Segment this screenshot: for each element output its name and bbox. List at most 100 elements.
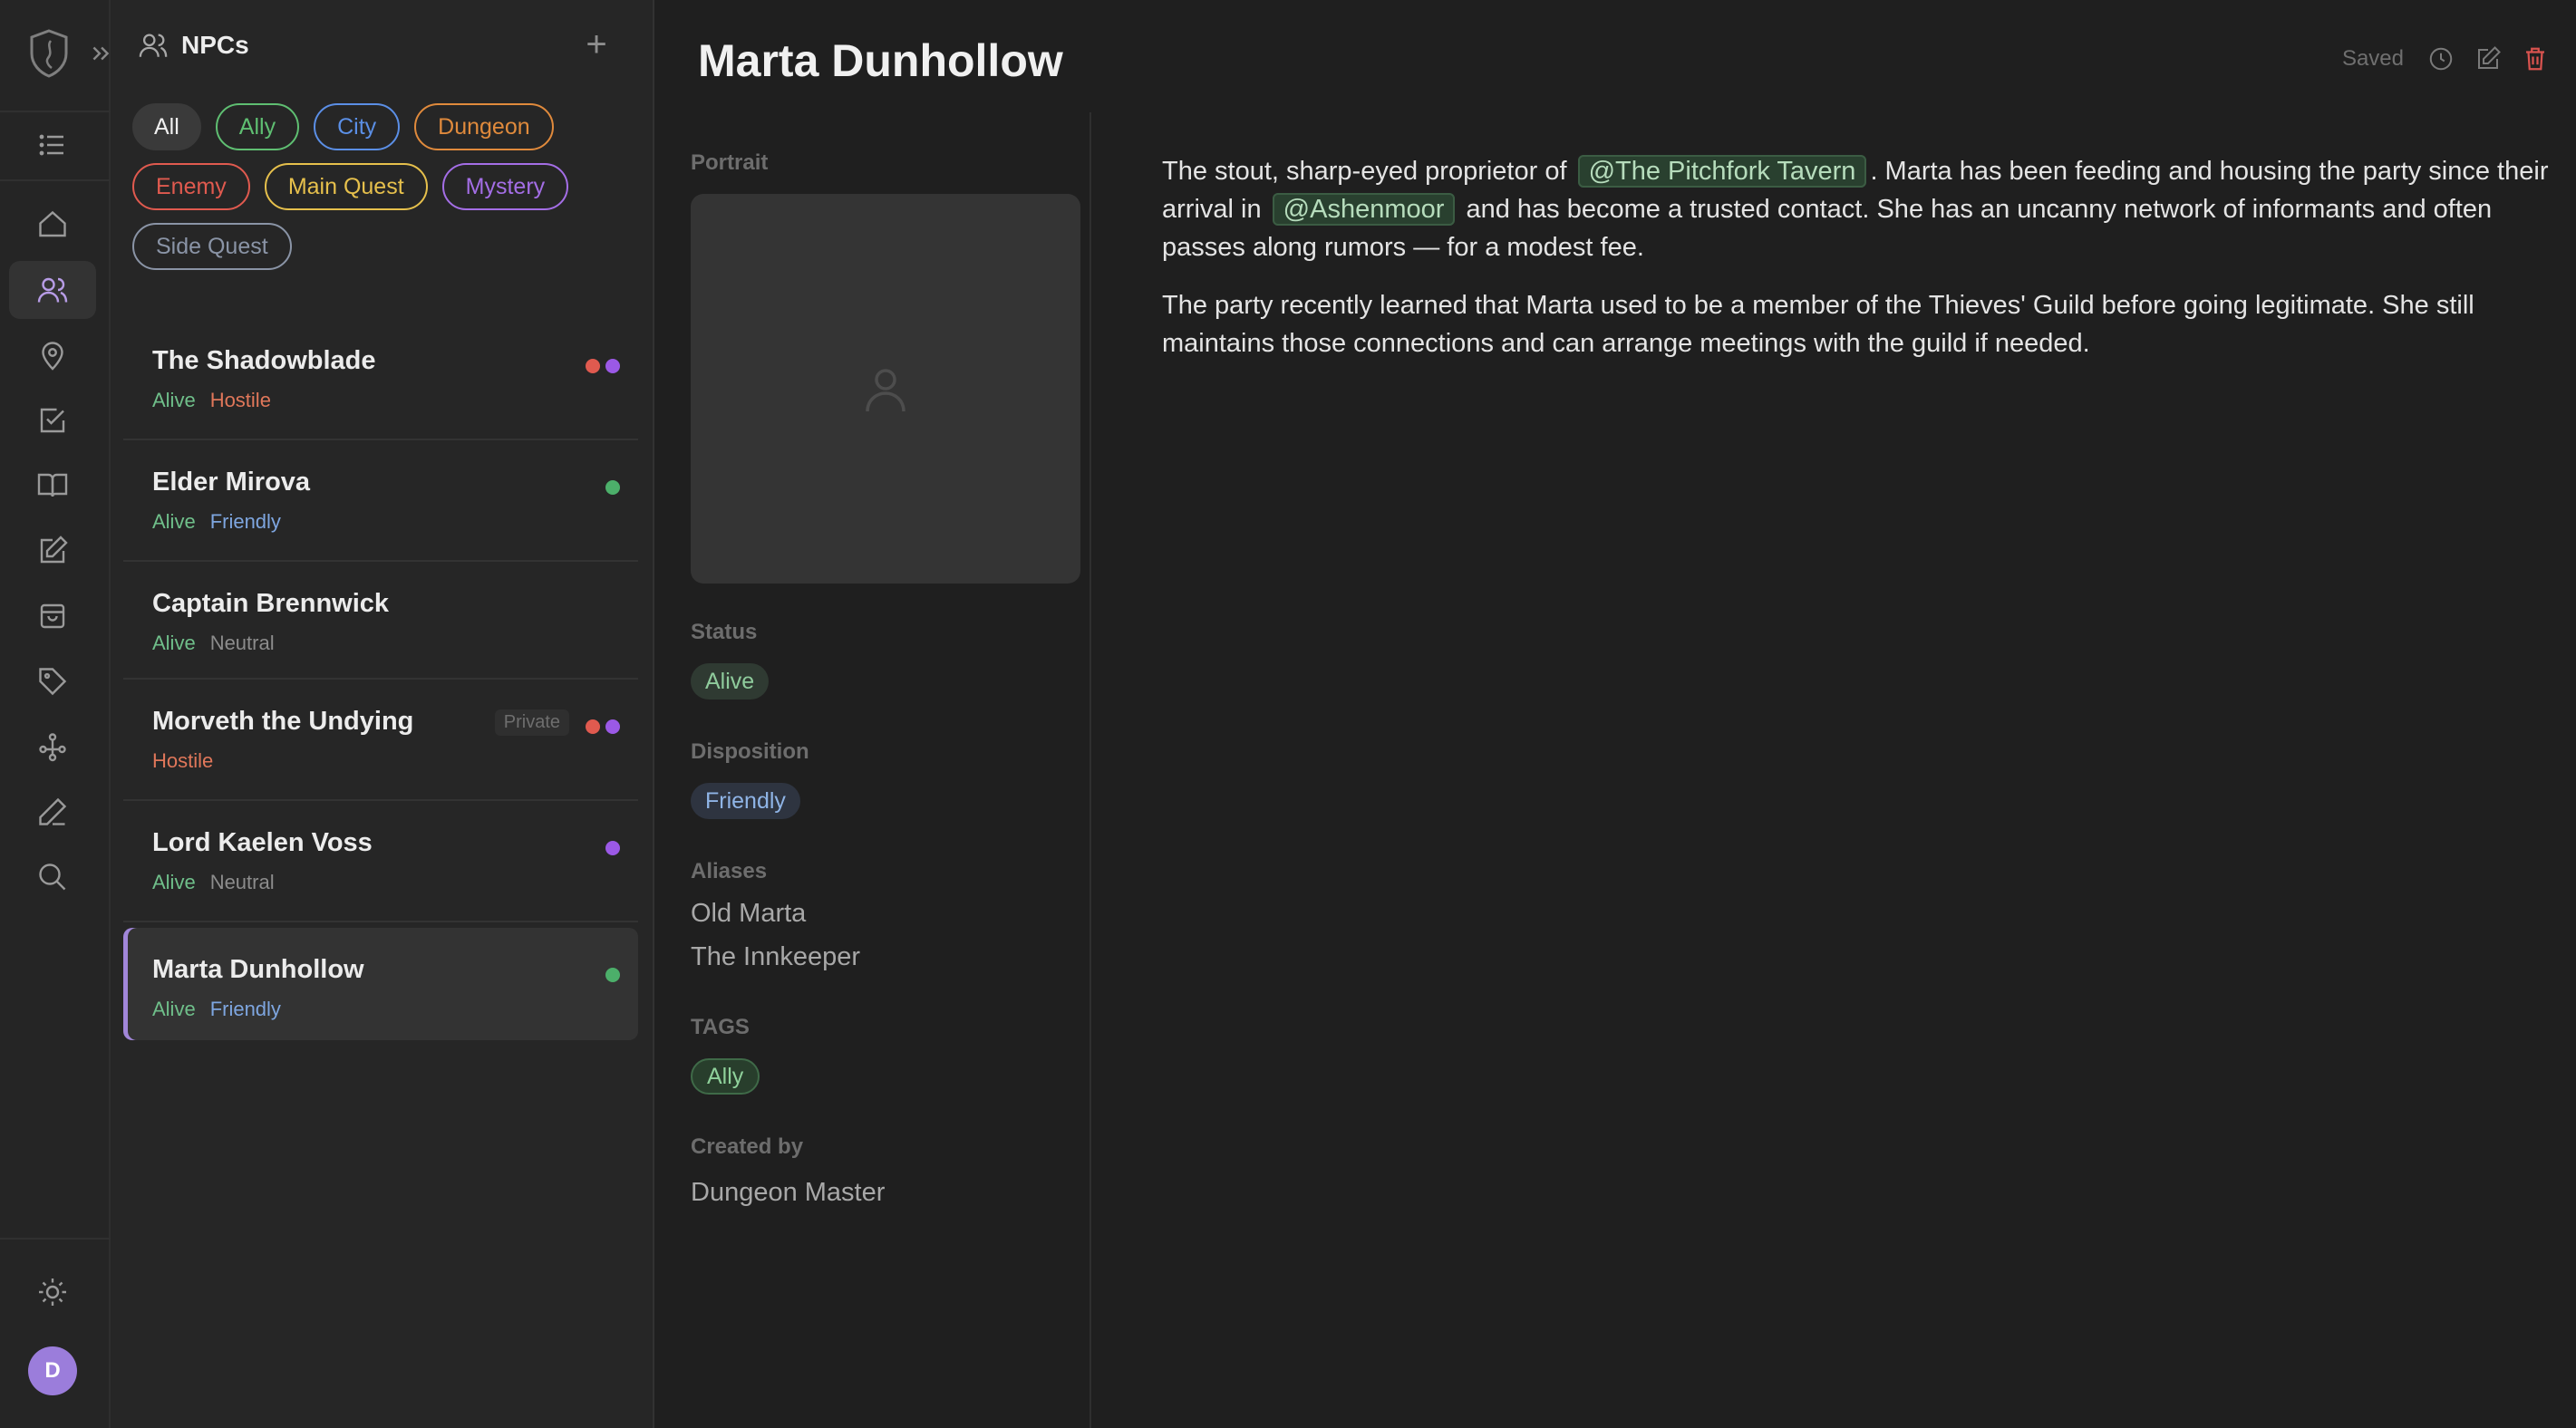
sun-icon [39,1278,66,1306]
properties-panel: Portrait Status Alive Disposition Friend… [691,112,1091,1428]
history-icon[interactable] [2427,45,2455,72]
filter-chips: All Ally City Dungeon Enemy Main Quest M… [132,103,640,283]
filter-chip-side-quest[interactable]: Side Quest [132,223,292,270]
npc-disposition: Neutral [209,871,275,893]
filter-chip-mystery[interactable]: Mystery [441,163,569,210]
nav-search[interactable] [9,848,96,906]
npc-disposition: Friendly [209,998,281,1020]
npc-name: Lord Kaelen Voss [152,828,373,857]
npc-name: Marta Dunhollow [152,955,364,984]
filter-chip-enemy[interactable]: Enemy [132,163,250,210]
tag-dots [586,719,620,734]
nav-locations[interactable] [9,326,96,384]
npc-list-panel: NPCs + All Ally City Dungeon Enemy Main … [111,0,654,1428]
status-pill[interactable]: Alive [691,663,770,700]
tag-dot [605,480,620,495]
theme-toggle-button[interactable] [9,1263,96,1321]
npc-status: Alive [152,632,196,654]
npc-disposition: Neutral [209,632,275,654]
user-icon [866,369,905,412]
add-npc-button[interactable]: + [578,26,615,63]
description-paragraph: The party recently learned that Marta us… [1162,291,2474,358]
rail-divider [0,1238,111,1240]
tag-dot [586,359,600,373]
nav-tags[interactable] [9,652,96,710]
private-badge: Private [494,709,569,736]
created-by-value: Dungeon Master [691,1178,886,1207]
tag-dot [605,359,620,373]
tag-dots [605,480,620,495]
npc-name: Elder Mirova [152,468,311,497]
filter-chip-city[interactable]: City [314,103,401,150]
rail-divider [0,111,111,112]
mention-link[interactable]: @The Pitchfork Tavern [1577,155,1867,188]
graph-icon [39,733,66,762]
npc-detail: Marta Dunhollow Saved Portrait Status Al… [654,0,2576,1428]
page-title[interactable]: Marta Dunhollow [698,34,1063,87]
nav-lore[interactable] [9,457,96,515]
filter-chip-all[interactable]: All [132,103,201,150]
logo-shield-icon[interactable] [28,28,70,79]
nav-home[interactable] [9,196,96,254]
edit-icon[interactable] [2474,45,2502,72]
alias-item[interactable]: The Innkeeper [691,942,860,972]
edit-icon [40,536,68,564]
book-icon [37,473,68,497]
tag-dots [586,359,620,373]
users-icon [37,277,68,303]
tag-dot [605,719,620,734]
tag-icon [39,668,67,696]
npc-list-item[interactable]: Morveth the Undying Hostile Private [123,680,638,801]
home-icon [39,210,66,237]
nav-graph[interactable] [9,718,96,776]
portrait-label: Portrait [691,150,769,175]
npc-disposition: Friendly [209,510,281,533]
filter-chip-main-quest[interactable]: Main Quest [264,163,428,210]
nav-npcs[interactable] [9,261,96,319]
list-icon [39,134,63,156]
nav-items[interactable] [9,587,96,645]
npc-list-item[interactable]: Lord Kaelen Voss Alive Neutral [123,801,638,922]
users-icon [139,34,168,57]
filter-chip-dungeon[interactable]: Dungeon [414,103,554,150]
pen-icon [39,797,67,825]
checkbox-icon [40,408,65,433]
npc-list-item[interactable]: The Shadowblade Alive Hostile [123,319,638,440]
status-label: Status [691,620,758,644]
list-header: NPCs [138,25,249,65]
disposition-pill[interactable]: Friendly [691,783,800,819]
rail-divider [0,179,111,181]
portrait-placeholder[interactable] [691,194,1080,584]
npc-list-item-selected[interactable]: Marta Dunhollow Alive Friendly [123,928,638,1040]
expand-icon[interactable] [89,42,112,65]
tag-dots [605,968,620,982]
aliases-label: Aliases [691,859,768,883]
description-paragraph: The stout, sharp-eyed proprietor of @The… [1162,152,2558,266]
nav-write[interactable] [9,783,96,841]
tag-dots [605,841,620,855]
tags-label: TAGS [691,1015,750,1039]
user-avatar[interactable]: D [28,1346,77,1395]
nav-rail: D [0,0,111,1428]
alias-item[interactable]: Old Marta [691,899,806,929]
nav-notes[interactable] [9,522,96,580]
tag-pill[interactable]: Ally [691,1058,760,1095]
tag-dot [605,968,620,982]
description-editor[interactable]: The stout, sharp-eyed proprietor of @The… [1162,152,2558,382]
npc-list: The Shadowblade Alive Hostile Elder Miro… [123,319,638,1040]
nav-quests[interactable] [9,391,96,449]
list-toggle-button[interactable] [9,116,96,174]
npc-name: Captain Brennwick [152,589,390,618]
search-icon [39,864,66,891]
filter-chip-ally[interactable]: Ally [215,103,300,150]
bag-icon [40,603,65,629]
trash-icon[interactable] [2522,45,2549,72]
mention-link[interactable]: @Ashenmoor [1272,193,1456,226]
npc-list-item[interactable]: Elder Mirova Alive Friendly [123,440,638,562]
npc-status: Alive [152,998,196,1020]
npc-status: Alive [152,510,196,533]
detail-toolbar: Saved [2342,45,2549,72]
disposition-label: Disposition [691,739,809,764]
npc-list-item[interactable]: Captain Brennwick Alive Neutral [123,562,638,680]
list-title: NPCs [181,31,249,59]
